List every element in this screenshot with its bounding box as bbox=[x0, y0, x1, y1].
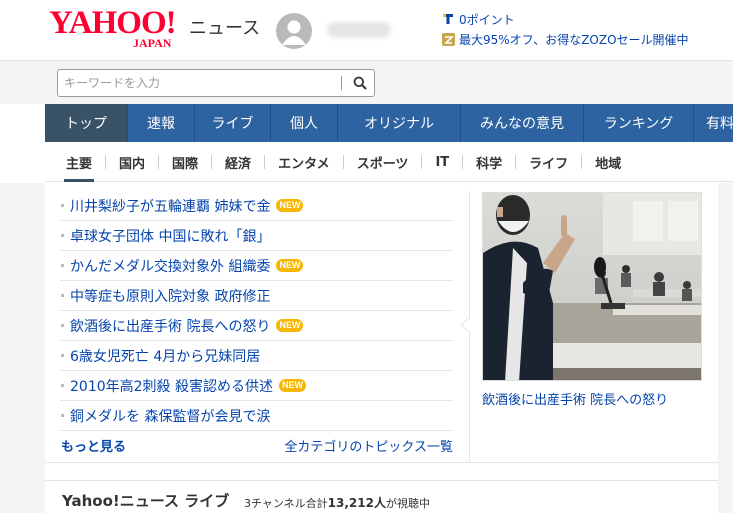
category-separator bbox=[342, 155, 344, 169]
category-tab-entertainment[interactable]: エンタメ bbox=[278, 142, 330, 182]
category-separator bbox=[105, 155, 107, 169]
nav-tab-individual[interactable]: 個人 bbox=[271, 104, 338, 142]
new-badge: NEW bbox=[276, 199, 304, 212]
promo-area: 0ポイント 最大95%オフ、お得なZOZOセール開催中 bbox=[441, 9, 731, 49]
nav-tab-breaking[interactable]: 速報 bbox=[128, 104, 195, 142]
bullet-icon bbox=[61, 294, 64, 297]
topic-item[interactable]: 6歳女児死亡 4月から兄妹同居 bbox=[61, 341, 453, 371]
new-badge: NEW bbox=[276, 259, 304, 272]
nav-tab-opinions[interactable]: みんなの意見 bbox=[461, 104, 584, 142]
header: YAHOO! JAPAN ニュース 0ポイント 最大95%オフ、お得なZOZOセ… bbox=[0, 0, 733, 60]
search-button[interactable] bbox=[346, 71, 374, 95]
bullet-icon bbox=[61, 414, 64, 417]
zozo-icon bbox=[441, 32, 455, 46]
viewer-count-number: 13,212人 bbox=[327, 496, 386, 510]
selected-topic-pointer bbox=[460, 317, 476, 333]
category-tab-domestic[interactable]: 国内 bbox=[119, 142, 145, 182]
user-name-blurred[interactable] bbox=[327, 22, 391, 38]
all-categories-link[interactable]: 全カテゴリのトピックス一覧 bbox=[284, 436, 453, 455]
search-icon bbox=[353, 76, 367, 90]
category-separator bbox=[158, 155, 160, 169]
topic-item[interactable]: 中等症も原則入院対象 政府修正 bbox=[61, 281, 453, 311]
featured-topic[interactable]: 飲酒後に出産手術 院長への怒り bbox=[482, 192, 702, 408]
zozo-promo-text: 最大95%オフ、お得なZOZOセール開催中 bbox=[459, 32, 689, 47]
featured-photo[interactable] bbox=[482, 192, 702, 381]
yahoo-japan-logo[interactable]: YAHOO! JAPAN bbox=[49, 5, 189, 50]
category-separator bbox=[515, 155, 517, 169]
featured-caption[interactable]: 飲酒後に出産手術 院長への怒り bbox=[482, 389, 702, 408]
bullet-icon bbox=[61, 324, 64, 327]
topics-footer: もっと見る 全カテゴリのトピックス一覧 bbox=[61, 436, 453, 455]
bullet-icon bbox=[61, 384, 64, 387]
new-badge: NEW bbox=[279, 379, 306, 392]
page-gutter-left bbox=[0, 183, 45, 513]
topic-title[interactable]: 銅メダルを 森保監督が会見で涙 bbox=[70, 406, 270, 426]
bullet-icon bbox=[61, 264, 64, 267]
topic-item[interactable]: 飲酒後に出産手術 院長への怒り NEW bbox=[61, 311, 453, 341]
points-text: 0ポイント bbox=[459, 12, 515, 27]
category-separator bbox=[211, 155, 213, 169]
category-tab-international[interactable]: 国際 bbox=[172, 142, 198, 182]
category-tab-sports[interactable]: スポーツ bbox=[357, 142, 409, 182]
logo-sub-text: JAPAN bbox=[133, 36, 172, 50]
nav-tab-live[interactable]: ライブ bbox=[195, 104, 271, 142]
category-tab-region[interactable]: 地域 bbox=[595, 142, 621, 182]
nav-tab-ranking[interactable]: ランキング bbox=[584, 104, 694, 142]
topic-item[interactable]: 銅メダルを 森保監督が会見で涙 bbox=[61, 401, 453, 431]
live-section: Yahoo!ニュース ライブ 3チャンネル合計13,212人が視聴中 bbox=[45, 480, 718, 513]
bullet-icon bbox=[61, 234, 64, 237]
search-input[interactable] bbox=[64, 73, 336, 93]
viewer-count-prefix: 3チャンネル合計 bbox=[244, 497, 328, 510]
topics-panel: 川井梨紗子が五輪連覇 姉妹で金 NEW 卓球女子団体 中国に敗れ「銀」 かんだメ… bbox=[45, 183, 718, 463]
nav-tab-paid[interactable]: 有料 bbox=[694, 104, 733, 142]
topic-item[interactable]: 川井梨紗子が五輪連覇 姉妹で金 NEW bbox=[61, 191, 453, 221]
logo-text: YAHOO! bbox=[49, 5, 177, 41]
topic-item[interactable]: かんだメダル交換対象外 組織委 NEW bbox=[61, 251, 453, 281]
category-tab-it[interactable]: IT bbox=[435, 142, 449, 182]
topics-list: 川井梨紗子が五輪連覇 姉妹で金 NEW 卓球女子団体 中国に敗れ「銀」 かんだメ… bbox=[61, 191, 453, 431]
live-viewer-count: 3チャンネル合計13,212人が視聴中 bbox=[244, 494, 430, 511]
points-link[interactable]: 0ポイント bbox=[441, 9, 731, 29]
new-badge: NEW bbox=[276, 319, 304, 332]
bullet-icon bbox=[61, 354, 64, 357]
topic-title[interactable]: 2010年高2刺殺 殺害認める供述 bbox=[70, 376, 273, 396]
category-tab-life[interactable]: ライフ bbox=[529, 142, 568, 182]
topic-title[interactable]: かんだメダル交換対象外 組織委 bbox=[70, 256, 270, 276]
zozo-promo-link[interactable]: 最大95%オフ、お得なZOZOセール開催中 bbox=[441, 29, 731, 49]
category-separator bbox=[421, 155, 423, 169]
topic-item[interactable]: 卓球女子団体 中国に敗れ「銀」 bbox=[61, 221, 453, 251]
topic-title[interactable]: 6歳女児死亡 4月から兄妹同居 bbox=[70, 346, 260, 366]
category-nav: 主要 国内 国際 経済 エンタメ スポーツ IT 科学 ライフ 地域 bbox=[45, 142, 733, 182]
topic-item[interactable]: 2010年高2刺殺 殺害認める供述 NEW bbox=[61, 371, 453, 401]
category-tab-science[interactable]: 科学 bbox=[476, 142, 502, 182]
category-separator bbox=[581, 155, 583, 169]
bullet-icon bbox=[61, 204, 64, 207]
live-section-title[interactable]: Yahoo!ニュース ライブ bbox=[62, 490, 229, 511]
search-separator bbox=[341, 76, 342, 90]
tpoint-icon bbox=[441, 12, 455, 26]
search-box bbox=[57, 69, 375, 97]
main-nav: トップ 速報 ライブ 個人 オリジナル みんなの意見 ランキング 有料 bbox=[45, 104, 733, 142]
topic-title[interactable]: 卓球女子団体 中国に敗れ「銀」 bbox=[70, 226, 270, 246]
category-separator bbox=[462, 155, 464, 169]
nav-tab-top[interactable]: トップ bbox=[45, 104, 128, 142]
search-bar bbox=[0, 60, 733, 104]
category-tab-main[interactable]: 主要 bbox=[63, 142, 95, 182]
more-link[interactable]: もっと見る bbox=[61, 436, 126, 455]
viewer-count-suffix: が視聴中 bbox=[385, 497, 430, 510]
category-separator bbox=[264, 155, 266, 169]
page-gutter-right bbox=[718, 183, 733, 513]
category-tab-economy[interactable]: 経済 bbox=[225, 142, 251, 182]
service-name[interactable]: ニュース bbox=[189, 14, 260, 40]
topic-title[interactable]: 中等症も原則入院対象 政府修正 bbox=[70, 286, 270, 306]
nav-tab-original[interactable]: オリジナル bbox=[338, 104, 461, 142]
featured-photo-illustration bbox=[483, 193, 701, 380]
avatar-icon[interactable] bbox=[276, 13, 312, 49]
topic-title[interactable]: 飲酒後に出産手術 院長への怒り bbox=[70, 316, 270, 336]
topic-title[interactable]: 川井梨紗子が五輪連覇 姉妹で金 bbox=[70, 196, 270, 216]
